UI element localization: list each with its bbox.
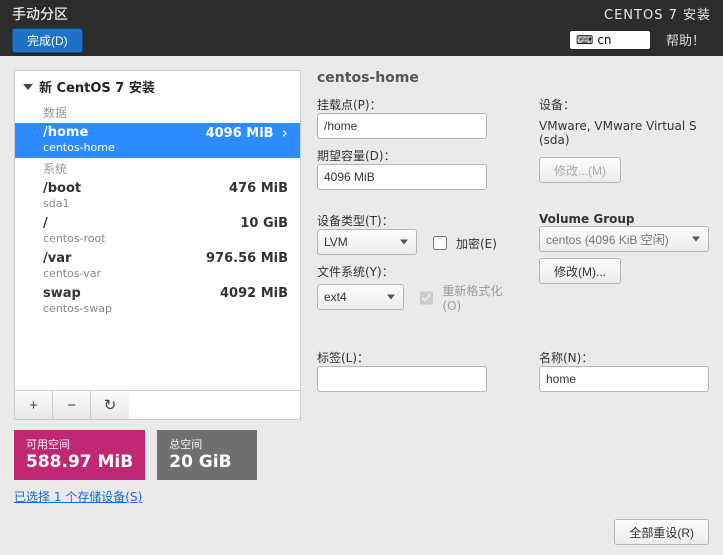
name-input[interactable] bbox=[539, 366, 709, 392]
partition-mount: / bbox=[43, 216, 106, 231]
reload-button[interactable]: ↻ bbox=[91, 391, 129, 419]
capacity-label: 期望容量(D)： bbox=[317, 147, 517, 164]
partition-size: 4096 MiB bbox=[206, 126, 274, 141]
volume-group-heading: Volume Group bbox=[539, 212, 709, 226]
partition-row-home[interactable]: /home centos-home 4096 MiB › bbox=[15, 123, 300, 158]
available-space-value: 588.97 MiB bbox=[26, 452, 133, 472]
volume-group-select[interactable]: centos (4096 KiB 空闲) bbox=[539, 226, 709, 252]
partition-size: 4092 MiB bbox=[220, 286, 288, 301]
device-type-label: 设备类型(T)： bbox=[317, 212, 517, 229]
partition-size: 476 MiB bbox=[229, 181, 288, 196]
section-system: 系统 bbox=[15, 158, 300, 179]
add-partition-button[interactable]: + bbox=[15, 391, 53, 419]
partition-mount: /boot bbox=[43, 181, 81, 196]
capacity-input[interactable] bbox=[317, 164, 487, 190]
remove-partition-button[interactable]: − bbox=[53, 391, 91, 419]
storage-devices-link[interactable]: 已选择 1 个存储设备(S) bbox=[14, 488, 142, 505]
available-space-label: 可用空间 bbox=[26, 436, 133, 452]
partition-tree: 新 CentOS 7 安装 数据 /home centos-home 4096 … bbox=[14, 70, 301, 420]
help-button[interactable]: 帮助！ bbox=[660, 29, 711, 50]
keyboard-indicator[interactable]: ⌨ cn bbox=[570, 31, 650, 49]
partition-row-root[interactable]: / centos-root 10 GiB bbox=[15, 214, 300, 249]
installer-title: CENTOS 7 安装 bbox=[604, 4, 711, 23]
partition-device: centos-var bbox=[43, 267, 101, 280]
device-name-text: VMware, VMware Virtual S (sda) bbox=[539, 119, 709, 147]
volume-group-modify-button[interactable]: 修改(M)... bbox=[539, 258, 621, 284]
tag-label: 标签(L)： bbox=[317, 349, 517, 366]
detail-heading: centos-home bbox=[317, 70, 709, 86]
partition-device: centos-root bbox=[43, 232, 106, 245]
filesystem-select[interactable]: ext4 bbox=[317, 284, 404, 310]
partition-size: 10 GiB bbox=[240, 216, 288, 231]
partition-row-var[interactable]: /var centos-var 976.56 MiB bbox=[15, 249, 300, 284]
filesystem-label: 文件系统(Y)： bbox=[317, 263, 517, 280]
partition-row-swap[interactable]: swap centos-swap 4092 MiB bbox=[15, 284, 300, 319]
partition-device: centos-home bbox=[43, 141, 115, 154]
mountpoint-label: 挂载点(P)： bbox=[317, 96, 517, 113]
partition-mount: swap bbox=[43, 286, 112, 301]
tag-input[interactable] bbox=[317, 366, 487, 392]
total-space-value: 20 GiB bbox=[169, 452, 245, 472]
chevron-right-icon: › bbox=[282, 125, 288, 141]
partition-mount: /home bbox=[43, 125, 115, 140]
reformat-checkbox bbox=[420, 291, 433, 305]
encrypt-label: 加密(E) bbox=[456, 235, 497, 252]
partition-row-boot[interactable]: /boot sda1 476 MiB bbox=[15, 179, 300, 214]
total-space-label: 总空间 bbox=[169, 436, 245, 452]
reset-all-button[interactable]: 全部重设(R) bbox=[614, 519, 709, 545]
chevron-down-icon bbox=[23, 84, 33, 90]
partition-device: sda1 bbox=[43, 197, 81, 210]
device-heading: 设备： bbox=[539, 96, 709, 113]
device-type-select[interactable]: LVM bbox=[317, 229, 417, 255]
reformat-label: 重新格式化(O) bbox=[442, 282, 517, 313]
encrypt-checkbox[interactable] bbox=[433, 236, 447, 250]
section-data: 数据 bbox=[15, 102, 300, 123]
partition-size: 976.56 MiB bbox=[206, 251, 288, 266]
top-bar: 手动分区 完成(D) CENTOS 7 安装 ⌨ cn 帮助！ bbox=[0, 0, 723, 56]
partition-device: centos-swap bbox=[43, 302, 112, 315]
keyboard-layout-text: cn bbox=[597, 33, 611, 47]
page-title: 手动分区 bbox=[12, 4, 83, 24]
modify-device-button: 修改...(M) bbox=[539, 157, 621, 183]
keyboard-icon: ⌨ bbox=[576, 33, 593, 47]
done-button[interactable]: 完成(D) bbox=[12, 28, 83, 53]
total-space-card: 总空间 20 GiB bbox=[157, 430, 257, 480]
mountpoint-input[interactable] bbox=[317, 113, 487, 139]
tree-root[interactable]: 新 CentOS 7 安装 bbox=[15, 71, 300, 102]
tree-toolbar: + − ↻ bbox=[15, 390, 300, 419]
tree-root-label: 新 CentOS 7 安装 bbox=[39, 77, 155, 96]
available-space-card: 可用空间 588.97 MiB bbox=[14, 430, 145, 480]
partition-mount: /var bbox=[43, 251, 101, 266]
name-label: 名称(N)： bbox=[539, 349, 709, 366]
